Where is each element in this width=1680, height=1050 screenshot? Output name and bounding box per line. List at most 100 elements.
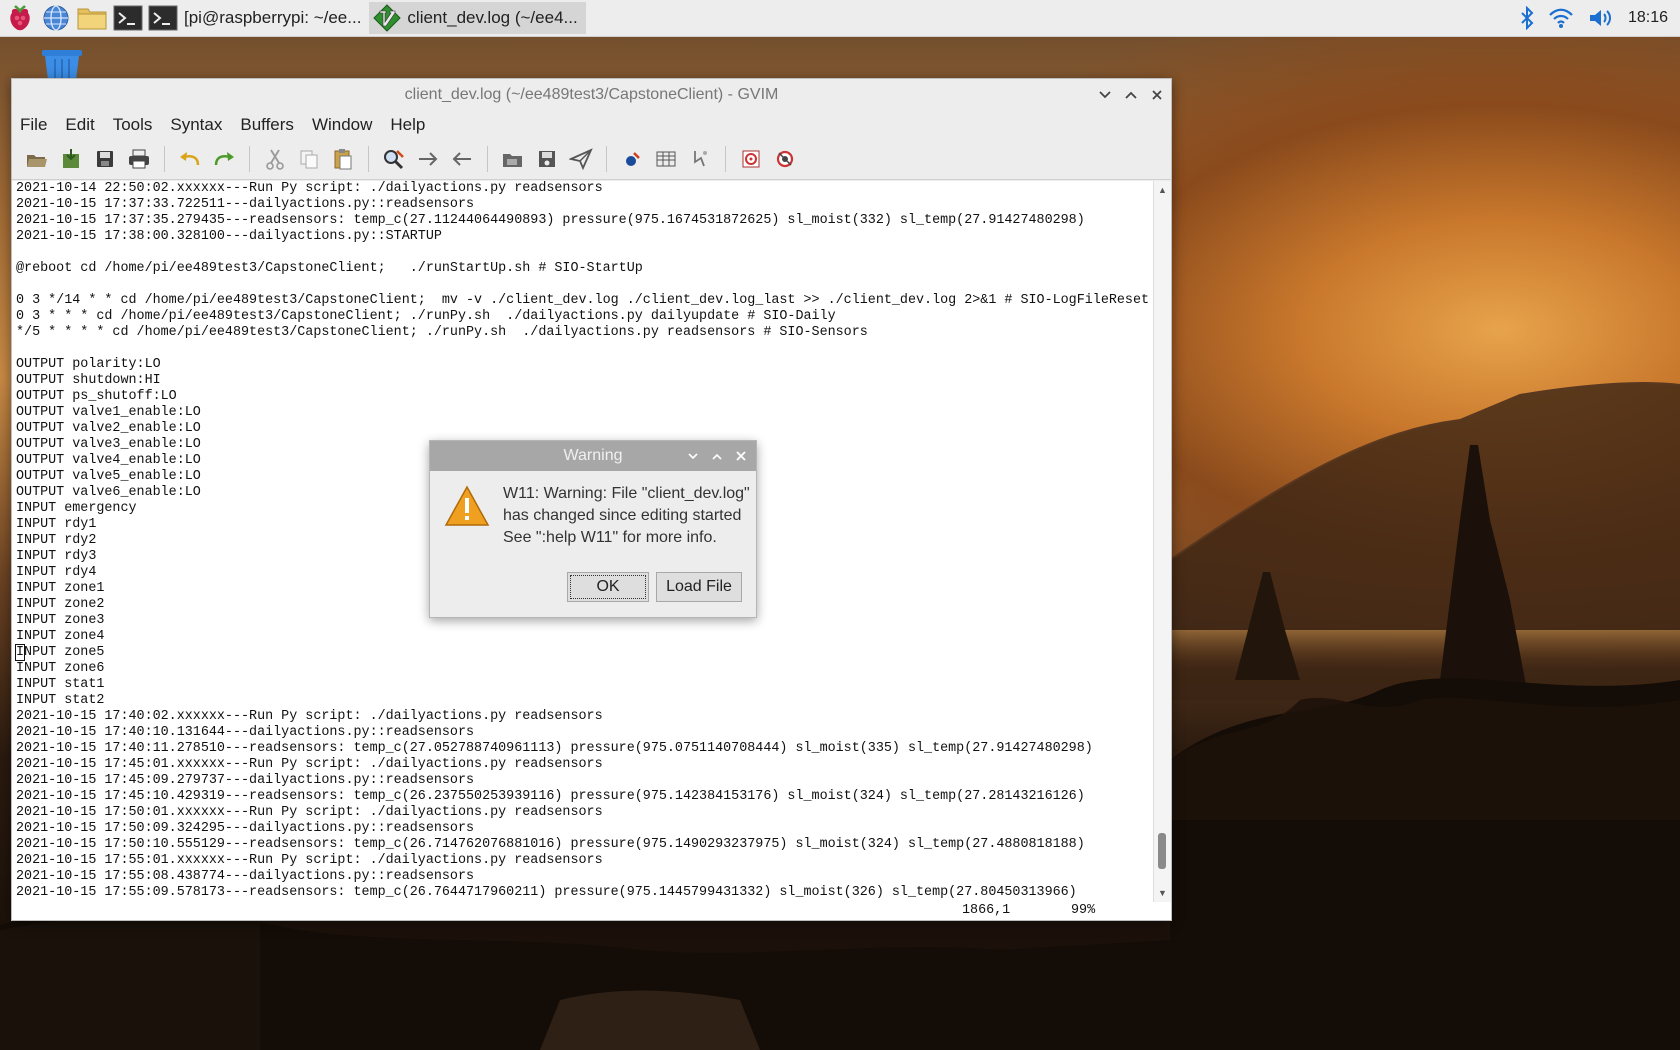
clock[interactable]: 18:16: [1628, 9, 1668, 27]
maximize-icon[interactable]: [710, 449, 724, 463]
undo-icon[interactable]: [175, 144, 205, 174]
editor-line[interactable]: OUTPUT valve1_enable:LO: [12, 405, 1153, 421]
editor-line[interactable]: 2021-10-15 17:40:02.xxxxxx---Run Py scri…: [12, 709, 1153, 725]
jump-tag-icon[interactable]: [685, 144, 715, 174]
editor-line[interactable]: 0 3 */14 * * cd /home/pi/ee489test3/Caps…: [12, 293, 1153, 309]
vertical-scrollbar[interactable]: ▲ ▼: [1153, 181, 1171, 902]
menu-edit[interactable]: Edit: [65, 115, 94, 135]
paste-icon[interactable]: [328, 144, 358, 174]
close-icon[interactable]: [734, 449, 748, 463]
window-title: client_dev.log (~/ee489test3/CapstoneCli…: [404, 86, 779, 103]
taskbar: [pi@raspberrypi: ~/ee... client_dev.log …: [0, 0, 1680, 37]
editor-line[interactable]: OUTPUT polarity:LO: [12, 357, 1153, 373]
editor-line[interactable]: 2021-10-15 17:37:33.722511---dailyaction…: [12, 197, 1153, 213]
terminal-launcher-icon[interactable]: [112, 2, 144, 34]
dialog-message: W11: Warning: File "client_dev.log" has …: [503, 483, 750, 549]
menu-help[interactable]: Help: [390, 115, 425, 135]
editor-line[interactable]: 2021-10-14 22:50:02.xxxxxx---Run Py scri…: [12, 181, 1153, 197]
editor-line[interactable]: 2021-10-15 17:50:09.324295---dailyaction…: [12, 821, 1153, 837]
dialog-titlebar[interactable]: Warning: [430, 441, 756, 471]
taskbar-terminal-task[interactable]: [pi@raspberrypi: ~/ee...: [144, 2, 369, 34]
browser-globe-icon[interactable]: [40, 2, 72, 34]
editor-line[interactable]: 2021-10-15 17:50:01.xxxxxx---Run Py scri…: [12, 805, 1153, 821]
redo-icon[interactable]: [209, 144, 239, 174]
editor-line[interactable]: */5 * * * * cd /home/pi/ee489test3/Capst…: [12, 325, 1153, 341]
editor-line[interactable]: 2021-10-15 17:55:08.438774---dailyaction…: [12, 869, 1153, 885]
maximize-icon[interactable]: [1123, 87, 1139, 103]
menu-buffers[interactable]: Buffers: [240, 115, 294, 135]
editor-line[interactable]: 2021-10-15 17:55:01.xxxxxx---Run Py scri…: [12, 853, 1153, 869]
editor-line[interactable]: 2021-10-15 17:37:35.279435---readsensors…: [12, 213, 1153, 229]
find-replace-icon[interactable]: [379, 144, 409, 174]
status-line: 1866,1 99%: [12, 902, 1171, 920]
text-cursor: I: [14, 644, 26, 661]
bluetooth-icon[interactable]: [1520, 6, 1534, 30]
warning-dialog: Warning W11: Warning: File "client_dev.l…: [429, 440, 757, 618]
find-prev-icon[interactable]: [447, 144, 477, 174]
open-icon[interactable]: [22, 144, 52, 174]
editor-line[interactable]: 2021-10-15 17:40:11.278510---readsensors…: [12, 741, 1153, 757]
close-icon[interactable]: [1149, 87, 1165, 103]
save-icon[interactable]: [90, 144, 120, 174]
editor-line[interactable]: INPUT stat2: [12, 693, 1153, 709]
wifi-icon[interactable]: [1548, 7, 1574, 29]
save-session-icon[interactable]: [56, 144, 86, 174]
dialog-message-line: See ":help W11" for more info.: [503, 529, 717, 546]
toolbar-separator: [368, 146, 369, 172]
editor-line[interactable]: 2021-10-15 17:40:10.131644---dailyaction…: [12, 725, 1153, 741]
dialog-message-line: has changed since editing started: [503, 507, 742, 524]
menu-file[interactable]: File: [20, 115, 47, 135]
menu-syntax[interactable]: Syntax: [170, 115, 222, 135]
editor-line[interactable]: INPUT zone4: [12, 629, 1153, 645]
editor-line[interactable]: 2021-10-15 17:50:10.555129---readsensors…: [12, 837, 1153, 853]
toolbar-separator: [249, 146, 250, 172]
editor-line[interactable]: 2021-10-15 17:45:10.429319---readsensors…: [12, 789, 1153, 805]
raspberry-menu-icon[interactable]: [4, 2, 36, 34]
editor-line[interactable]: INPUT zone6: [12, 661, 1153, 677]
menu-window[interactable]: Window: [312, 115, 372, 135]
terminal-icon: [148, 5, 178, 31]
taskbar-gvim-task[interactable]: client_dev.log (~/ee4...: [369, 2, 586, 34]
editor-line[interactable]: 2021-10-15 17:45:01.xxxxxx---Run Py scri…: [12, 757, 1153, 773]
editor-line[interactable]: OUTPUT valve2_enable:LO: [12, 421, 1153, 437]
scrollbar-thumb[interactable]: [1158, 833, 1166, 869]
editor-line[interactable]: 2021-10-15 17:38:00.328100---dailyaction…: [12, 229, 1153, 245]
editor-line[interactable]: @reboot cd /home/pi/ee489test3/CapstoneC…: [12, 261, 1153, 277]
editor-line[interactable]: [12, 341, 1153, 357]
editor-line[interactable]: [12, 277, 1153, 293]
vim-icon: [373, 4, 402, 32]
editor-line[interactable]: [12, 245, 1153, 261]
volume-icon[interactable]: [1588, 7, 1614, 29]
minimize-icon[interactable]: [686, 449, 700, 463]
find-help-icon[interactable]: [770, 144, 800, 174]
editor-line[interactable]: 2021-10-15 17:55:09.578173---readsensors…: [12, 885, 1153, 901]
editor-line[interactable]: 2021-10-15 17:45:09.279737---dailyaction…: [12, 773, 1153, 789]
help-icon[interactable]: [736, 144, 766, 174]
load-session-icon[interactable]: [498, 144, 528, 174]
editor-line[interactable]: 0 3 * * * cd /home/pi/ee489test3/Capston…: [12, 309, 1153, 325]
save-session2-icon[interactable]: [532, 144, 562, 174]
tags-icon[interactable]: [651, 144, 681, 174]
scroll-up-icon[interactable]: ▲: [1158, 185, 1167, 195]
minimize-icon[interactable]: [1097, 87, 1113, 103]
ok-button[interactable]: OK: [567, 572, 649, 602]
file-manager-folder-icon[interactable]: [76, 2, 108, 34]
trash-can-icon[interactable]: [40, 50, 84, 80]
editor-line[interactable]: INPUT zone5: [12, 644, 1153, 661]
print-icon[interactable]: [124, 144, 154, 174]
find-next-icon[interactable]: [413, 144, 443, 174]
run-script-icon[interactable]: [566, 144, 596, 174]
toolbar-separator: [487, 146, 488, 172]
menubar: File Edit Tools Syntax Buffers Window He…: [12, 111, 1171, 139]
copy-icon[interactable]: [294, 144, 324, 174]
editor-line[interactable]: OUTPUT ps_shutoff:LO: [12, 389, 1153, 405]
window-titlebar[interactable]: client_dev.log (~/ee489test3/CapstoneCli…: [12, 79, 1171, 111]
editor-line[interactable]: OUTPUT shutdown:HI: [12, 373, 1153, 389]
cursor-position: 1866,1: [962, 903, 1011, 918]
editor-line[interactable]: INPUT stat1: [12, 677, 1153, 693]
make-icon[interactable]: [617, 144, 647, 174]
load-file-button[interactable]: Load File: [656, 572, 742, 602]
menu-tools[interactable]: Tools: [113, 115, 153, 135]
cut-icon[interactable]: [260, 144, 290, 174]
scroll-down-icon[interactable]: ▼: [1158, 888, 1167, 898]
